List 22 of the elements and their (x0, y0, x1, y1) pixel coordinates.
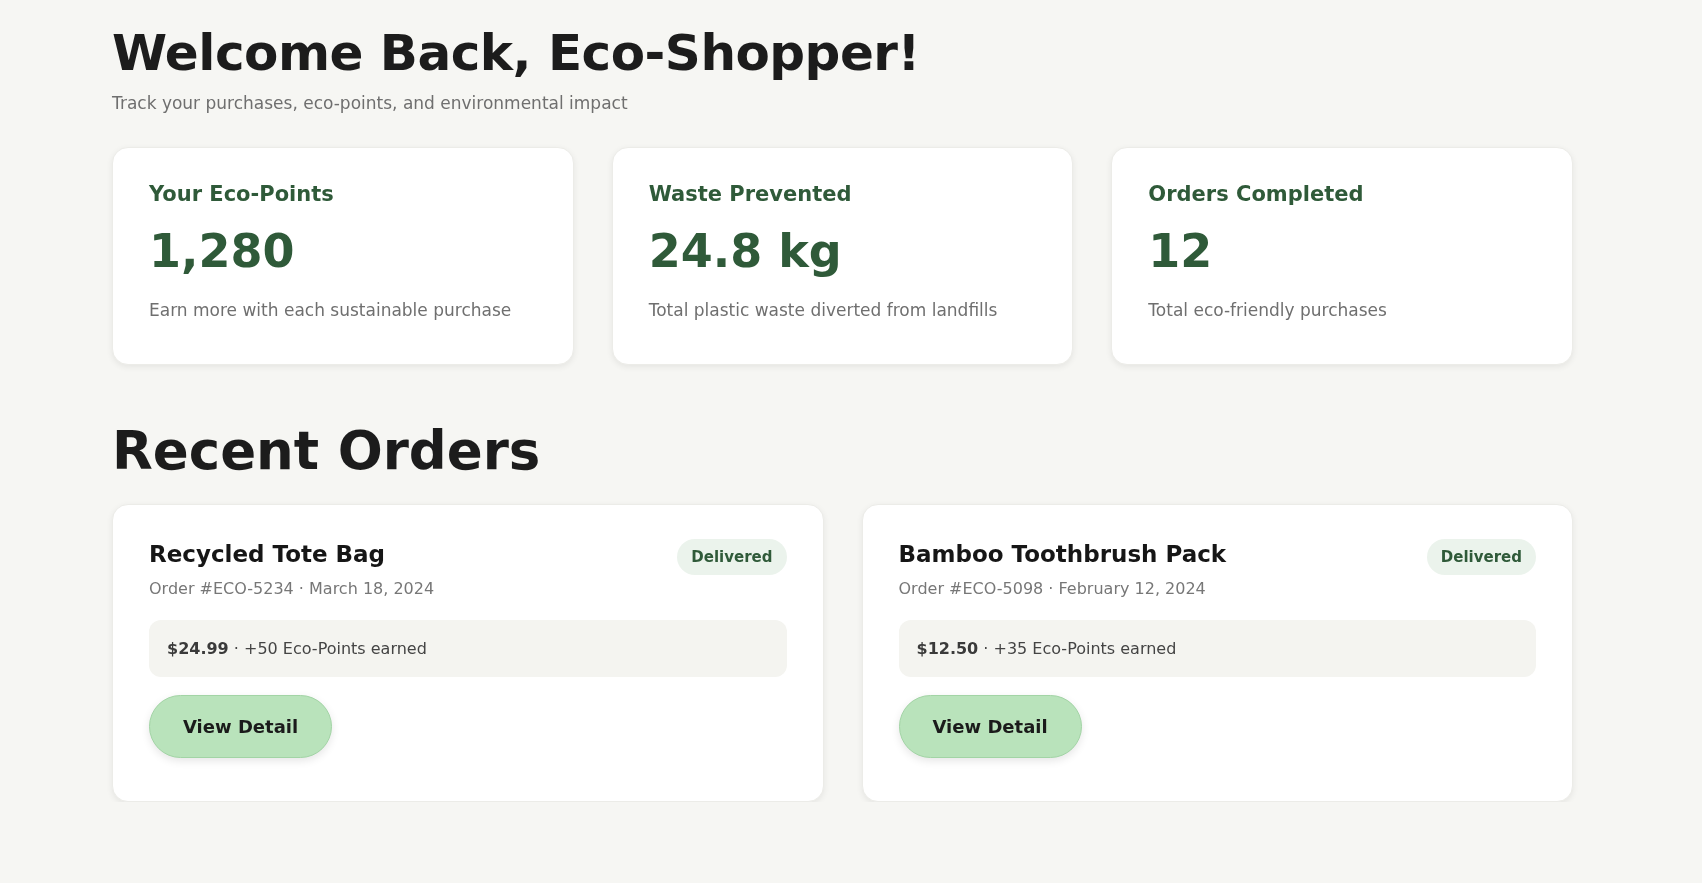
page-subtitle: Track your purchases, eco-points, and environmental impact (112, 92, 629, 113)
status-badge: Delivered (677, 539, 787, 576)
stat-label: Waste Prevented (648, 181, 853, 206)
page-title: Welcome Back, Eco-Shopper! (112, 23, 921, 84)
order-summary: $12.50 · +35 Eco-Points earned (898, 620, 1536, 678)
order-meta: Order #ECO-5234 · March 18, 2024 (149, 579, 435, 599)
stat-value: 24.8 kg (648, 223, 843, 278)
section-heading: Recent Orders (112, 418, 542, 483)
order-meta: Order #ECO-5098 · February 12, 2024 (898, 579, 1207, 599)
stat-note: Total plastic waste diverted from landfills (648, 299, 999, 320)
view-detail-button[interactable]: View Detail (149, 695, 333, 759)
status-badge: Delivered (1426, 539, 1536, 576)
stat-note: Total eco-friendly purchases (1148, 299, 1388, 320)
stat-note: Earn more with each sustainable purchase (149, 299, 513, 320)
stat-label: Your Eco-Points (149, 181, 335, 206)
stat-value: 12 (1148, 223, 1214, 278)
view-detail-button[interactable]: View Detail (898, 695, 1082, 759)
stat-label: Orders Completed (1148, 181, 1365, 206)
stat-value: 1,280 (149, 223, 296, 278)
product-name: Bamboo Toothbrush Pack (898, 541, 1227, 568)
order-summary: $24.99 · +50 Eco-Points earned (149, 620, 787, 678)
product-name: Recycled Tote Bag (149, 541, 387, 568)
